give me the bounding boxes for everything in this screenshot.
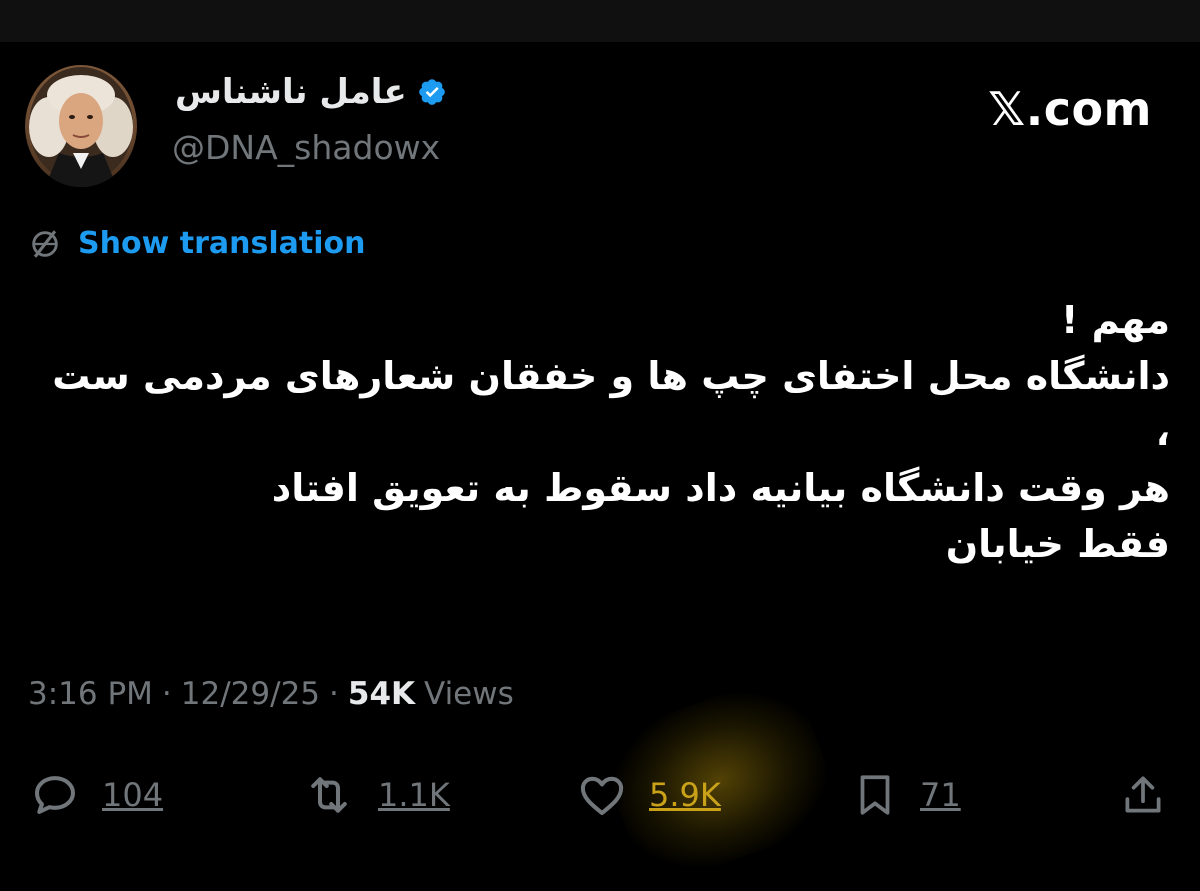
views-label: Views: [424, 676, 514, 712]
user-handle[interactable]: @DNA_shadowx: [172, 128, 440, 167]
repost-icon: [311, 777, 347, 813]
top-bar: [0, 0, 1200, 42]
display-name-row[interactable]: عامل ناشناس: [175, 72, 447, 112]
like-button[interactable]: 5.9K: [575, 760, 721, 830]
tweet-meta: 3:16 PM · 12/29/25 · 54K Views: [28, 676, 514, 712]
tweet-text: مهم ! دانشگاه محل اختفای چپ ها و خفقان ش…: [52, 298, 1170, 566]
repost-count[interactable]: 1.1K: [378, 776, 450, 814]
reply-button[interactable]: 104: [28, 760, 163, 830]
share-button[interactable]: [1118, 760, 1168, 830]
tweet-date[interactable]: 12/29/25: [181, 676, 320, 712]
reply-count[interactable]: 104: [102, 776, 163, 814]
repost-button[interactable]: 1.1K: [300, 760, 450, 830]
reply-icon: [34, 776, 76, 814]
x-com-brand: 𝕏.com: [988, 82, 1152, 136]
share-icon: [1125, 776, 1161, 813]
verified-badge-icon: [418, 79, 445, 105]
tweet-time[interactable]: 3:16 PM: [28, 676, 153, 712]
heart-icon: [580, 776, 624, 816]
show-translation-link[interactable]: Show translation: [28, 226, 365, 261]
separator-dot: ·: [161, 676, 172, 712]
avatar[interactable]: [25, 65, 137, 187]
bookmark-icon: [860, 775, 890, 815]
views-count: 54K: [347, 676, 416, 712]
bookmark-count[interactable]: 71: [920, 776, 961, 814]
like-count[interactable]: 5.9K: [649, 776, 721, 814]
action-bar: 104 1.1K 5.9K 71: [0, 760, 1200, 830]
display-name[interactable]: عامل ناشناس: [175, 72, 407, 112]
separator-dot: ·: [329, 676, 339, 712]
bookmark-button[interactable]: 71: [850, 760, 961, 830]
globe-slash-icon: [32, 229, 58, 258]
show-translation-label[interactable]: Show translation: [78, 226, 365, 261]
